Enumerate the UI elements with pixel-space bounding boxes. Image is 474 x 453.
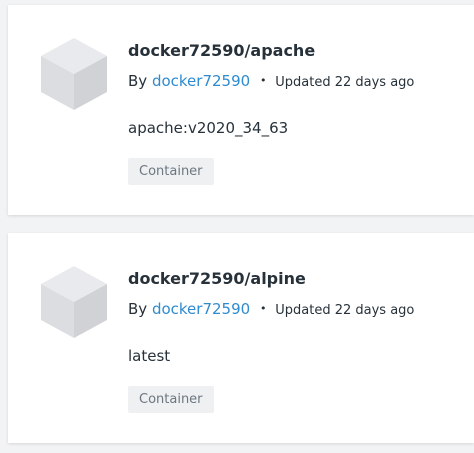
repository-title[interactable]: docker72590/alpine	[128, 269, 306, 288]
author-link[interactable]: docker72590	[152, 300, 250, 318]
type-badge: Container	[128, 386, 214, 413]
updated-text: Updated 22 days ago	[275, 303, 415, 318]
repository-meta: By docker72590 • Updated 22 days ago	[128, 300, 414, 318]
cube-icon	[41, 38, 107, 110]
separator-bullet: •	[259, 74, 267, 87]
type-badge: Container	[128, 158, 214, 185]
updated-text: Updated 22 days ago	[275, 75, 415, 90]
by-label: By	[128, 300, 148, 318]
repository-card[interactable]: docker72590/apache By docker72590 • Upda…	[8, 5, 474, 215]
by-label: By	[128, 72, 148, 90]
repository-title[interactable]: docker72590/apache	[128, 41, 315, 60]
repository-meta: By docker72590 • Updated 22 days ago	[128, 72, 414, 90]
author-link[interactable]: docker72590	[152, 72, 250, 90]
separator-bullet: •	[259, 302, 267, 315]
tag-text: latest	[128, 347, 171, 365]
repository-card[interactable]: docker72590/alpine By docker72590 • Upda…	[8, 233, 474, 443]
cube-icon	[41, 266, 107, 338]
tag-text: apache:v2020_34_63	[128, 119, 289, 137]
